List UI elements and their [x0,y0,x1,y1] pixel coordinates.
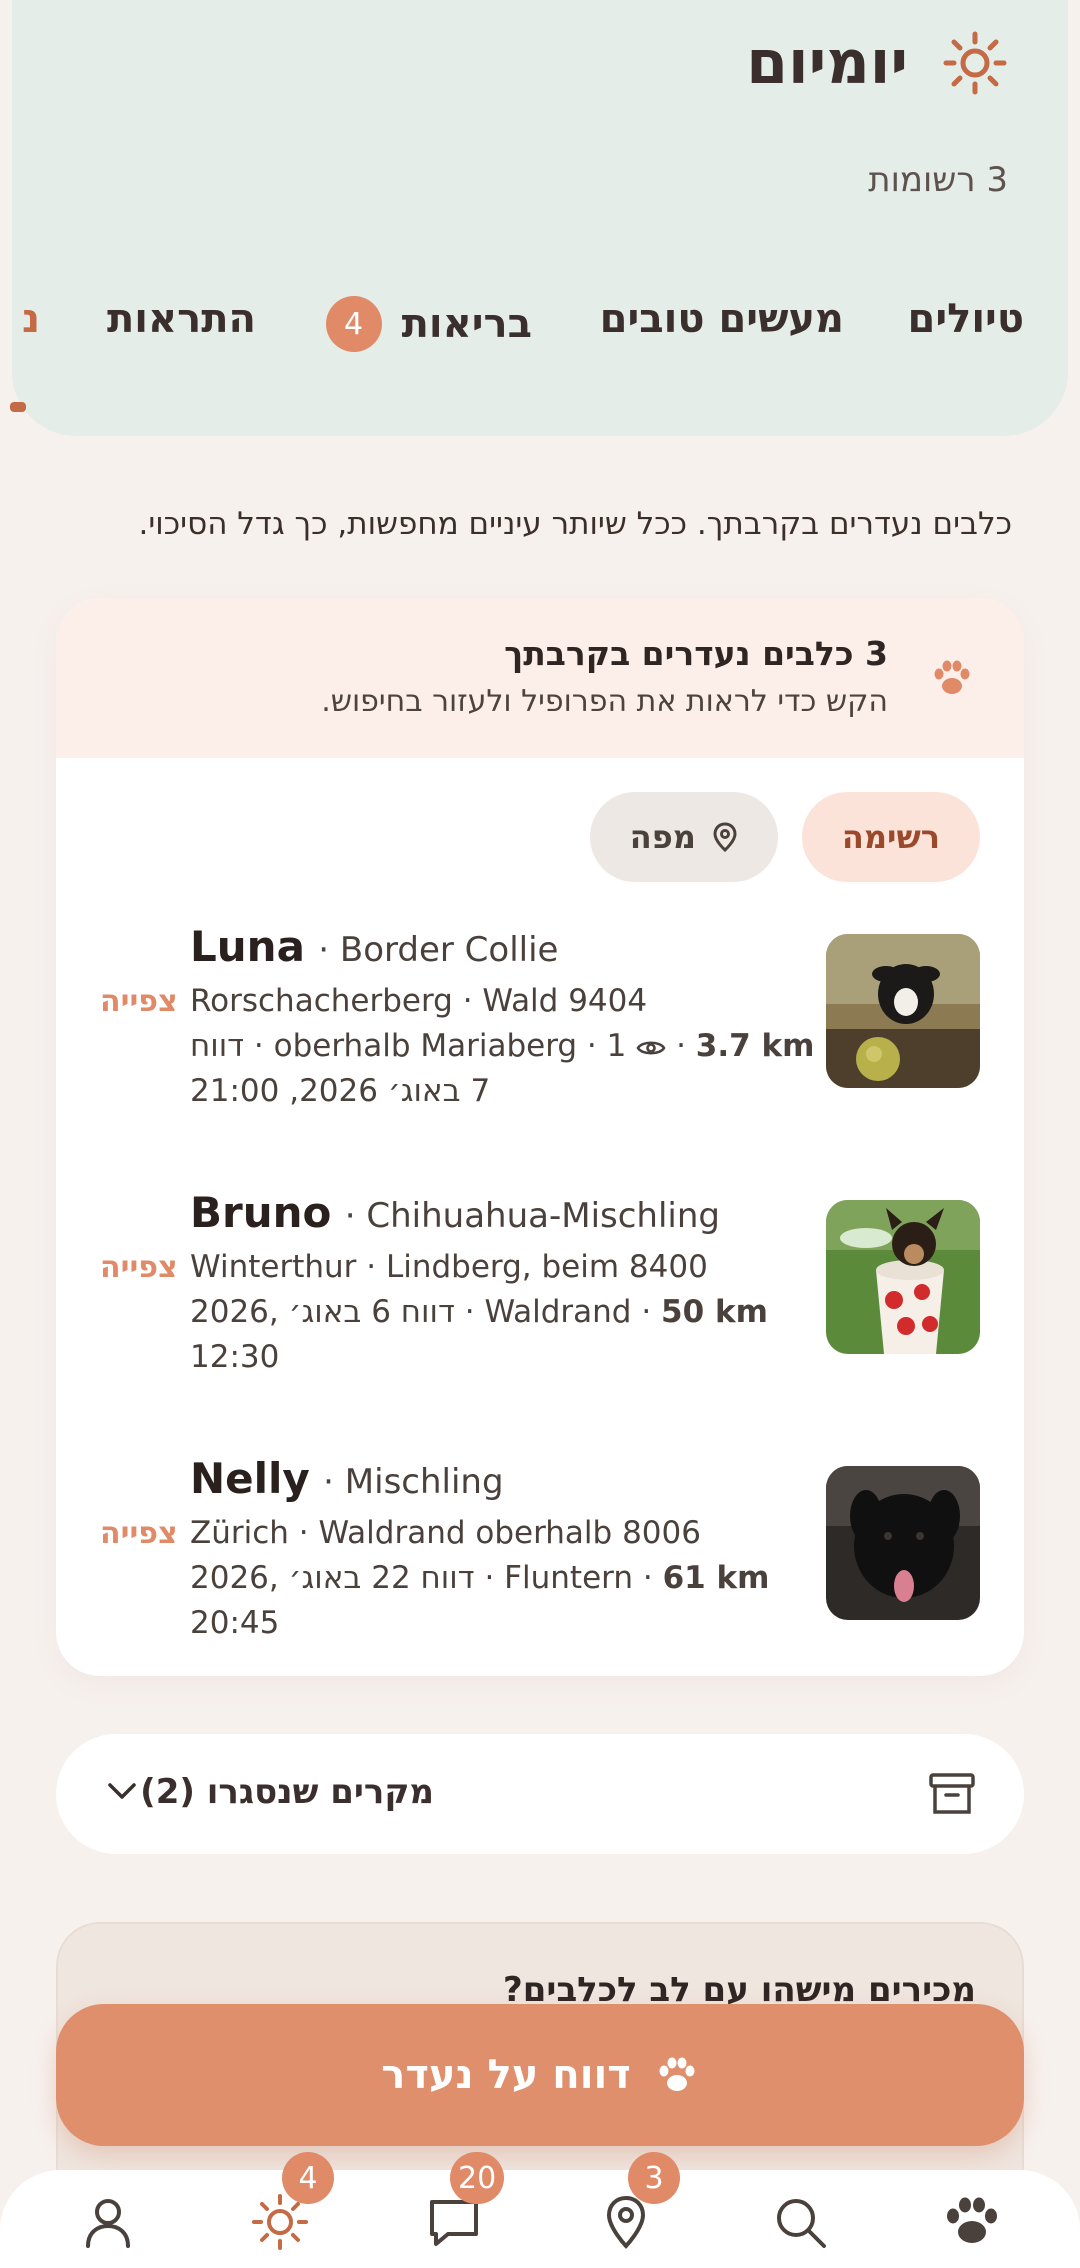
dog-date: 20:45 [190,1605,280,1641]
dog-location: Winterthur · Lindberg, beim 8400 [190,1249,708,1285]
report-missing-button[interactable]: דווח על נעדר [56,2004,1024,2146]
map-view-label: מפה [629,818,696,856]
missing-card-header[interactable]: 3 כלבים נעדרים בקרבתך הקש כדי לראות את ה… [56,598,1024,758]
dog-photo-luna [826,934,980,1088]
dog-photo-bruno [826,1200,980,1354]
active-tab-indicator [10,402,26,412]
paw-icon [947,2197,997,2243]
dog-distance: 61 km [662,1560,770,1596]
tab-walks-label: טיולים [907,296,1024,342]
dog-distance: 3.7 km [695,1028,815,1064]
tab-health-badge: 4 [325,296,382,352]
nav-home[interactable] [942,2192,1002,2252]
dog-info: Luna · Border Collie Rorschacherberg · W… [190,918,815,1114]
paw-icon [934,660,970,694]
app-screen: יומיום 3 רשומות טיולים מעשים טובים בריאו… [0,0,1080,2268]
tab-health-label: בריאות [401,301,532,347]
dog-distance: 50 km [661,1294,768,1330]
dog-name: Nelly [190,1454,310,1503]
search-icon [777,2199,826,2248]
dog-name-line: Bruno · Chihuahua-Mischling [190,1184,790,1245]
header: יומיום 3 רשומות טיולים מעשים טובים בריאו… [12,0,1068,436]
dog-meta: דווח · oberhalb Mariaberg · 1 · 3.7 km [190,1028,815,1064]
bottom-nav: 4 20 3 [0,2152,1080,2268]
dog-meta-text: דווח · oberhalb Mariaberg · 1 [190,1028,627,1064]
dog-date: 12:30 [190,1339,280,1375]
dog-meta: 2026, דווח 22 באוג׳ · Fluntern · 61 km [190,1556,790,1601]
dog-name: Bruno [190,1188,332,1237]
dog-date: 7 באוג׳ 2026, 21:00 [190,1073,491,1109]
tab-good-deeds-label: מעשים טובים [599,296,844,342]
nav-missing[interactable]: 3 [596,2152,680,2252]
tab-walks[interactable]: טיולים [907,296,1024,342]
missing-dog-item[interactable]: Luna · Border Collie Rorschacherberg · W… [100,922,980,1130]
dog-location: Zürich · Waldrand oberhalb 8006 [190,1515,701,1551]
sun-icon [943,31,1007,95]
dog-name-line: Nelly · Mischling [190,1450,790,1511]
missing-dog-item[interactable]: Nelly · Mischling Zürich · Waldrand ober… [100,1454,980,1662]
chevron-down-icon [108,1783,136,1799]
dog-breed: · Mischling [323,1462,504,1502]
nav-missing-badge: 3 [628,2152,680,2204]
title-row: יומיום [746,28,1008,98]
record-count: 3 רשומות [868,160,1008,200]
person-icon [86,2199,130,2248]
missing-card-title: 3 כלבים נעדרים בקרבתך [504,634,888,673]
dog-breed: · Chihuahua-Mischling [344,1196,720,1236]
report-missing-label: דווח על נעדר [381,2052,631,2098]
tab-alerts[interactable]: התראות [107,296,256,342]
closed-cases-accordion[interactable]: מקרים שנסגרו (2) [56,1734,1024,1854]
view-link[interactable]: צפייה [100,1516,178,1551]
missing-dogs-card: 3 כלבים נעדרים בקרבתך הקש כדי לראות את ה… [56,598,1024,1676]
view-link[interactable]: צפייה [100,984,178,1019]
dog-name-line: Luna · Border Collie [190,918,790,979]
nav-search[interactable] [770,2192,830,2252]
nav-profile[interactable] [78,2192,138,2252]
nav-daily[interactable]: 4 [250,2152,334,2252]
dog-info: Bruno · Chihuahua-Mischling Winterthur ·… [190,1184,790,1380]
tab-health[interactable]: בריאות 4 [325,296,532,352]
dog-name: Luna [190,922,305,971]
view-link[interactable]: צפייה [100,1250,178,1285]
dog-meta: 2026, דווח 6 באוג׳ · Waldrand · 50 km [190,1290,790,1335]
dog-breed: · Border Collie [318,930,559,970]
missing-dog-item[interactable]: Bruno · Chihuahua-Mischling Winterthur ·… [100,1188,980,1396]
dog-photo-nelly [826,1466,980,1620]
view-toggle: רשימה מפה [589,792,980,882]
nav-messages[interactable]: 20 [424,2152,505,2252]
list-view-button[interactable]: רשימה [801,792,980,882]
paw-icon [659,2057,695,2091]
tab-missing-label: נ [22,296,41,342]
dog-location: Rorschacherberg · Wald 9404 [190,983,648,1019]
map-view-button[interactable]: מפה [589,792,778,882]
dog-meta-text: 2026, דווח 22 באוג׳ · Fluntern · [190,1560,653,1596]
tab-alerts-label: התראות [106,296,256,342]
dog-info: Nelly · Mischling Zürich · Waldrand ober… [190,1450,790,1646]
missing-card-subtitle: הקש כדי לראות את הפרופיל ולעזור בחיפוש. [321,684,888,719]
tab-missing[interactable]: נ [22,296,40,342]
archive-icon [929,1773,975,1814]
nav-daily-badge: 4 [282,2152,334,2204]
closed-cases-label: מקרים שנסגרו (2) [140,1772,434,1812]
dog-meta-text: 2026, דווח 6 באוג׳ · Waldrand · [190,1294,652,1330]
tab-good-deeds[interactable]: מעשים טובים [600,296,844,342]
nav-messages-badge: 20 [450,2152,505,2204]
intro-text: כלבים נעדרים בקרבתך. ככל שיותר עיניים מח… [138,506,1012,542]
location-pin-icon [713,822,737,852]
category-tabs: טיולים מעשים טובים בריאות 4 התראות נ [12,296,1080,366]
page-title: יומיום [746,28,908,98]
list-view-label: רשימה [841,818,940,856]
eye-icon [636,1040,666,1055]
